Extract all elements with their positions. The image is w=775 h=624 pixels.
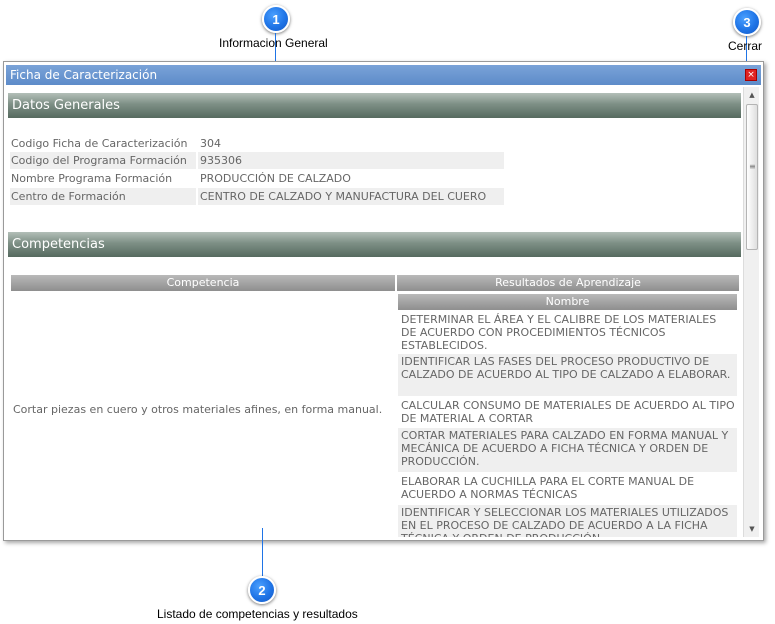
resultado-item: CORTAR MATERIALES PARA CALZADO EN FORMA … <box>398 428 737 472</box>
field-value: CENTRO DE CALZADO Y MANUFACTURA DEL CUER… <box>198 188 504 205</box>
dialog-content[interactable]: Datos Generales Codigo Ficha de Caracter… <box>6 87 741 537</box>
callout-1-label: Informacion General <box>219 36 328 50</box>
callout-2-label: Listado de competencias y resultados <box>157 607 358 621</box>
column-header-nombre: Nombre <box>398 294 737 310</box>
competencia-cell: Cortar piezas en cuero y otros materiale… <box>13 403 383 416</box>
scroll-up-arrow-icon[interactable]: ▲ <box>744 88 760 102</box>
field-value: 935306 <box>198 152 504 169</box>
field-value: 304 <box>200 137 221 150</box>
column-header-resultados: Resultados de Aprendizaje <box>397 275 739 291</box>
resultado-item: IDENTIFICAR LAS FASES DEL PROCESO PRODUC… <box>398 354 737 396</box>
field-label: Codigo Ficha de Caracterización <box>11 137 188 150</box>
scrollbar-thumb[interactable]: ≡ <box>746 104 758 250</box>
callout-1-badge: 1 <box>262 5 290 33</box>
resultado-item: DETERMINAR EL ÁREA Y EL CALIBRE DE LOS M… <box>401 313 717 352</box>
section-header-competencias: Competencias <box>8 232 741 257</box>
dialog-title: Ficha de Caracterización <box>10 68 158 82</box>
column-header-competencia: Competencia <box>11 275 395 291</box>
callout-2-badge: 2 <box>248 576 276 604</box>
dialog-titlebar[interactable]: Ficha de Caracterización × <box>6 65 761 85</box>
field-label: Nombre Programa Formación <box>11 172 173 185</box>
callout-3-label: Cerrar <box>728 39 763 53</box>
resultado-item: CALCULAR CONSUMO DE MATERIALES DE ACUERD… <box>401 399 735 425</box>
field-label: Centro de Formación <box>10 188 196 205</box>
vertical-scrollbar[interactable]: ▲ ≡ ▼ <box>743 87 759 537</box>
scroll-down-arrow-icon[interactable]: ▼ <box>744 522 760 536</box>
resultado-item: ELABORAR LA CUCHILLA PARA EL CORTE MANUA… <box>401 475 695 501</box>
resultado-item: IDENTIFICAR Y SELECCIONAR LOS MATERIALES… <box>398 505 737 537</box>
callout-2-line <box>262 528 263 576</box>
field-label: Codigo del Programa Formación <box>10 152 196 169</box>
ficha-caracterizacion-dialog: Ficha de Caracterización × Datos General… <box>3 61 764 541</box>
field-value: PRODUCCIÓN DE CALZADO <box>200 172 351 185</box>
callout-3-badge: 3 <box>733 8 761 36</box>
close-icon[interactable]: × <box>745 69 757 81</box>
scrollbar-grip-icon: ≡ <box>749 162 756 171</box>
section-header-datos-generales: Datos Generales <box>8 93 741 118</box>
